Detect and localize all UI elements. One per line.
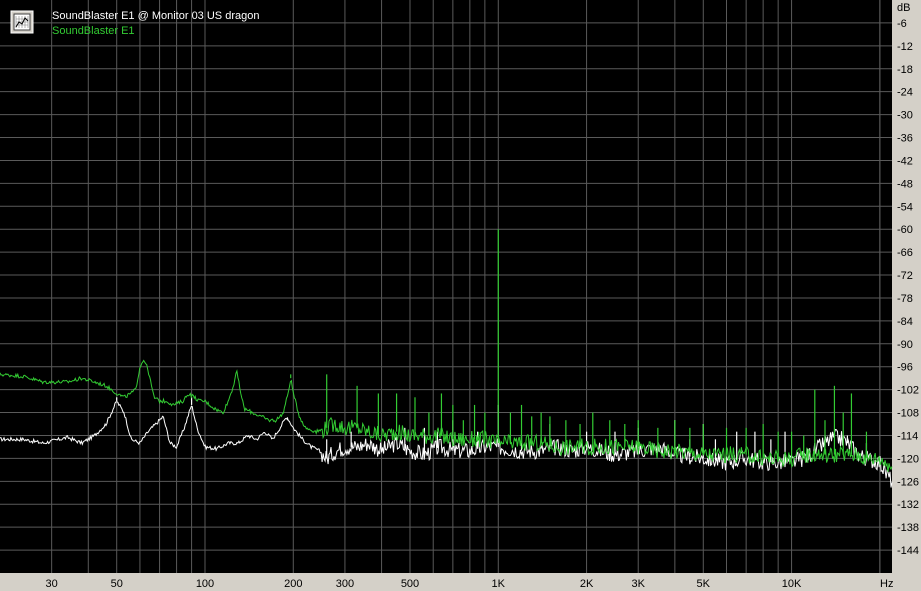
x-tick-label: 10K — [782, 578, 802, 590]
x-tick-label: 3K — [631, 578, 645, 590]
y-tick-label: -54 — [897, 201, 913, 213]
y-tick-labels: -6 -12 -18 -24 -30 -36 -42 -48 -54 -60 -66 -72 -78 -8… — [897, 18, 919, 557]
x-tick-label: 300 — [336, 578, 354, 590]
y-tick-label: -102 — [897, 385, 919, 397]
y-tick-label: -138 — [897, 522, 919, 534]
x-tick-label: 200 — [284, 578, 302, 590]
y-tick-label: -126 — [897, 476, 919, 488]
y-tick-label: -120 — [897, 453, 919, 465]
y-tick-label: -96 — [897, 362, 913, 374]
y-tick-label: -12 — [897, 41, 913, 53]
y-tick-label: -90 — [897, 339, 913, 351]
y-tick-label: -36 — [897, 133, 913, 145]
legend-entry-green: SoundBlaster E1 — [52, 25, 135, 37]
x-tick-label: 5K — [697, 578, 711, 590]
x-tick-label: 50 — [111, 578, 123, 590]
y-tick-label: -42 — [897, 155, 913, 167]
x-tick-label: 500 — [401, 578, 419, 590]
y-tick-label: -24 — [897, 87, 913, 99]
y-tick-label: -144 — [897, 545, 919, 557]
x-unit-label: Hz — [880, 578, 893, 590]
y-tick-label: -60 — [897, 224, 913, 236]
y-tick-label: -18 — [897, 64, 913, 76]
plot-area — [0, 0, 892, 573]
y-tick-label: -6 — [897, 18, 907, 30]
y-unit-label: dB — [897, 2, 910, 14]
y-tick-label: -84 — [897, 316, 913, 328]
x-tick-label: 30 — [46, 578, 58, 590]
x-tick-labels: 30 50 100 200 300 500 1K 2K 3K 5K 10K — [46, 578, 802, 590]
y-tick-label: -30 — [897, 110, 913, 122]
y-tick-label: -114 — [897, 430, 918, 442]
y-tick-label: -108 — [897, 408, 919, 420]
y-tick-label: -78 — [897, 293, 913, 305]
chart-options-icon[interactable] — [10, 10, 34, 34]
x-tick-label: 100 — [196, 578, 214, 590]
legend-entry-white: SoundBlaster E1 @ Monitor 03 US dragon — [52, 10, 259, 22]
x-tick-label: 2K — [580, 578, 594, 590]
spectrum-chart: -6 -12 -18 -24 -30 -36 -42 -48 -54 -60 -66 -72 -78 -8… — [0, 0, 919, 590]
y-tick-label: -66 — [897, 247, 913, 259]
y-tick-label: -132 — [897, 499, 919, 511]
y-tick-label: -48 — [897, 178, 913, 190]
y-tick-label: -72 — [897, 270, 913, 282]
x-tick-label: 1K — [492, 578, 506, 590]
